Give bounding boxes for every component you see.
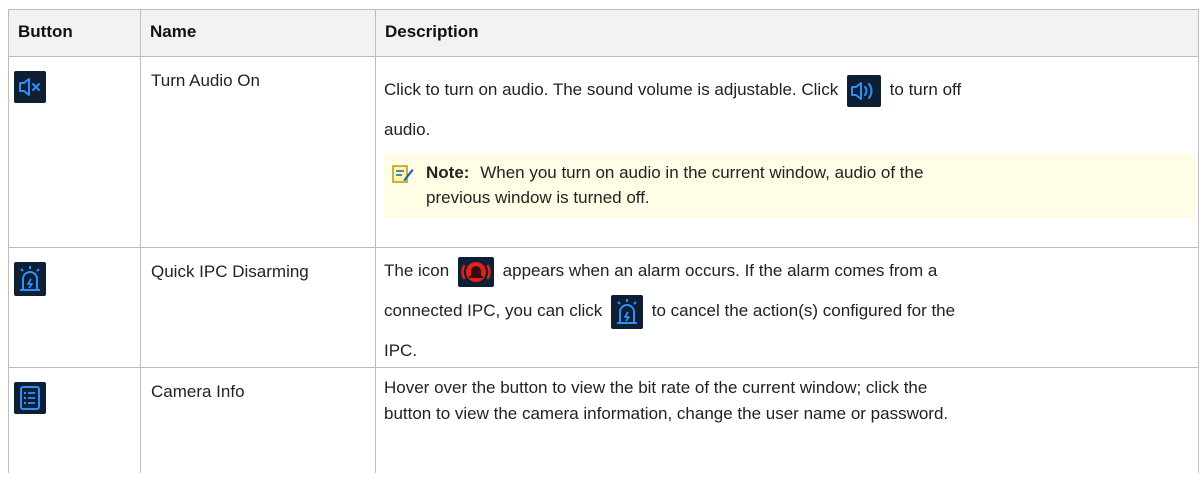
description-text: Hover over the button to view the bit ra… <box>384 378 928 397</box>
table-header-row: Button Name Description <box>8 9 1199 57</box>
description-text-cont: button to view the camera information, c… <box>384 404 949 423</box>
description-text: The icon appears when an alarm occurs. I… <box>384 251 1198 291</box>
speaker-muted-icon <box>14 71 46 103</box>
button-name: Camera Info <box>151 382 245 401</box>
description-part: connected IPC, you can click <box>384 301 603 320</box>
note-text-cont: previous window is turned off. <box>426 188 650 207</box>
description-cell: Hover over the button to view the bit ra… <box>375 368 1199 473</box>
table-row: Camera Info Hover over the button to vie… <box>8 368 1199 473</box>
name-cell: Quick IPC Disarming <box>140 248 375 367</box>
description-part: appears when an alarm occurs. If the ala… <box>502 261 938 280</box>
description-cell: Click to turn on audio. The sound volume… <box>375 57 1199 247</box>
description-part: to cancel the action(s) configured for t… <box>651 301 956 320</box>
red-alarm-bell-icon <box>457 256 494 287</box>
header-button: Button <box>8 10 140 56</box>
description-text-end: IPC. <box>384 341 418 360</box>
button-cell <box>8 57 140 247</box>
button-name: Turn Audio On <box>151 71 260 90</box>
note-pencil-icon <box>392 164 414 191</box>
camera-info-list-icon <box>14 382 46 414</box>
button-cell <box>8 248 140 367</box>
description-cell: The icon appears when an alarm occurs. I… <box>375 248 1199 367</box>
button-cell <box>8 368 140 473</box>
description-part: to turn off <box>889 80 962 99</box>
description-part: The icon <box>384 261 450 280</box>
name-cell: Turn Audio On <box>140 57 375 247</box>
header-description: Description <box>375 10 1199 56</box>
description-text: Click to turn on audio. The sound volume… <box>384 70 1198 110</box>
table-row: Turn Audio On Click to turn on audio. Th… <box>8 57 1199 248</box>
alarm-disarm-icon <box>611 294 644 329</box>
speaker-on-icon <box>846 74 881 107</box>
note-text: When you turn on audio in the current wi… <box>480 163 924 182</box>
note-label: Note: <box>426 163 470 182</box>
header-name: Name <box>140 10 375 56</box>
description-text-cont: connected IPC, you can click to cancel t… <box>384 291 1198 331</box>
name-cell: Camera Info <box>140 368 375 473</box>
description-part: Click to turn on audio. The sound volume… <box>384 80 839 99</box>
button-name: Quick IPC Disarming <box>151 262 309 281</box>
buttons-table: Button Name Description Turn Audio On Cl… <box>8 9 1199 473</box>
note-box: Note: When you turn on audio in the curr… <box>384 154 1195 218</box>
alarm-disarm-icon <box>14 262 46 296</box>
table-row: Quick IPC Disarming The icon appears whe… <box>8 248 1199 368</box>
description-text-cont: audio. <box>384 120 431 139</box>
